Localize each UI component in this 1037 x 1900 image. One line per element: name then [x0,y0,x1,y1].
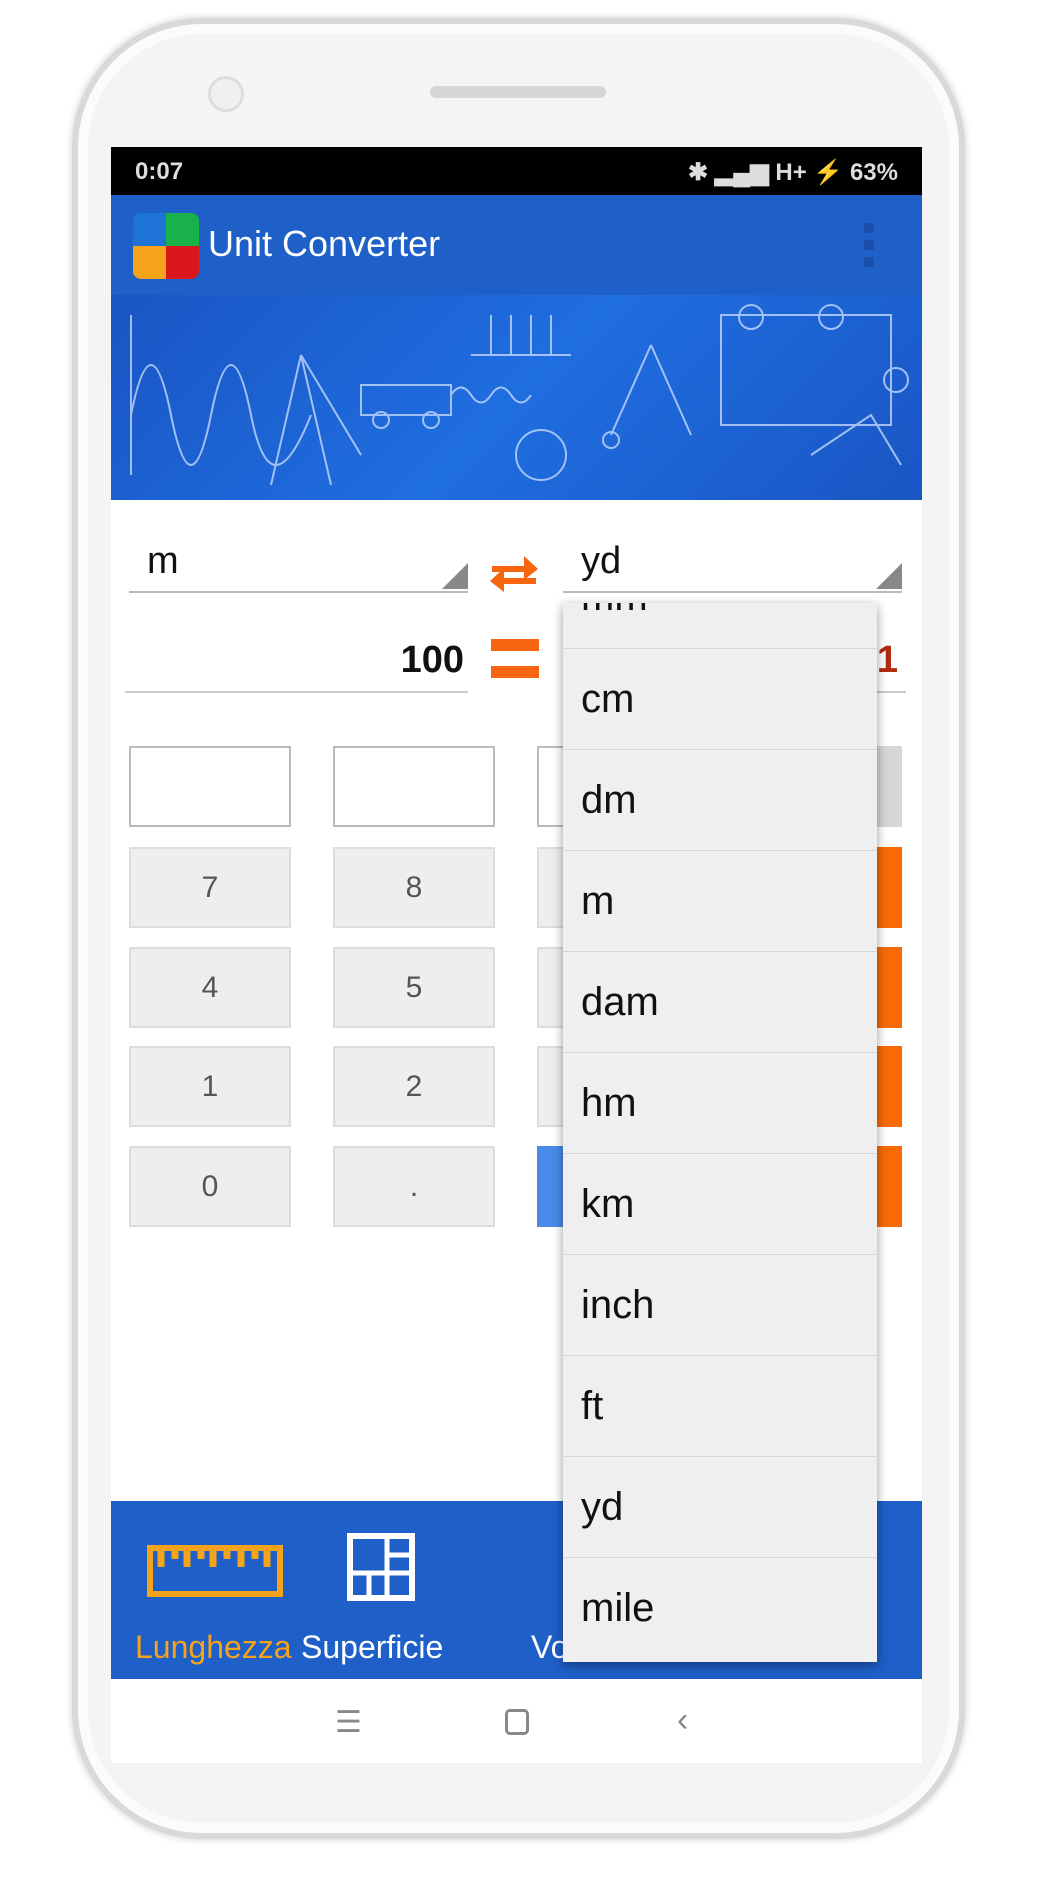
app-title: Unit Converter [208,223,441,264]
nav-label: Lunghezza [135,1629,292,1665]
key-0[interactable]: 0 [129,1146,291,1227]
dropdown-option-hm[interactable]: hm [563,1052,877,1153]
area-grid-icon [347,1533,415,1601]
dropdown-option-mm[interactable]: mm [563,603,877,648]
status-time: 0:07 [135,158,184,185]
overflow-menu-icon[interactable] [864,223,874,267]
dropdown-arrow-icon [876,563,902,589]
system-navigation-bar: ☰ ‹ [111,1679,922,1763]
physics-banner-image [111,295,922,500]
key-7[interactable]: 7 [129,847,291,928]
dropdown-arrow-icon [442,563,468,589]
to-unit-spinner[interactable]: yd [563,530,902,593]
dropdown-option-km[interactable]: km [563,1153,877,1254]
from-unit-spinner[interactable]: m [129,530,468,593]
dropdown-option-mile[interactable]: mile [563,1557,877,1658]
battery-percent: 63% [849,159,898,186]
swap-arrows-icon[interactable] [488,552,540,598]
dropdown-option-inch[interactable]: inch [563,1254,877,1355]
ruler-icon [147,1545,283,1597]
app-logo-icon [133,213,199,279]
input-value: 100 [400,639,464,681]
key-4[interactable]: 4 [129,947,291,1028]
input-value-field[interactable]: 100 [125,627,468,693]
to-unit-value: yd [581,540,622,582]
back-icon[interactable]: ‹ [677,1701,688,1740]
from-unit-value: m [147,540,179,582]
front-camera [208,76,244,112]
output-value: 1 [876,639,898,681]
key-1[interactable]: 1 [129,1046,291,1127]
dropdown-option-dm[interactable]: dm [563,749,877,850]
status-indicators: ✱ ▂▄▆ H+ ⚡ 63% [688,158,898,187]
home-icon[interactable] [505,1709,529,1735]
key-decimal[interactable]: . [333,1146,495,1227]
dropdown-option-yd[interactable]: yd [563,1456,877,1557]
dropdown-option-dam[interactable]: dam [563,951,877,1052]
dropdown-option-cm[interactable]: cm [563,648,877,749]
earpiece-speaker [430,86,606,98]
signal-icons: ✱ ▂▄▆ H+ ⚡ [688,159,844,186]
key-blank[interactable] [333,746,495,827]
unit-dropdown-list[interactable]: mm cm dm m dam hm km inch ft yd mile [563,603,877,1662]
nav-tab-lunghezza[interactable]: Lunghezza [111,1501,292,1679]
app-bar: Unit Converter [111,195,922,295]
status-bar: 0:07 ✱ ▂▄▆ H+ ⚡ 63% [111,147,922,195]
key-blank[interactable] [129,746,291,827]
screen: 0:07 ✱ ▂▄▆ H+ ⚡ 63% Unit Converter m yd … [111,147,922,1763]
nav-label: Superficie [301,1629,444,1665]
nav-tab-superficie[interactable]: Superficie [301,1501,471,1679]
equals-icon [491,639,539,678]
key-8[interactable]: 8 [333,847,495,928]
key-5[interactable]: 5 [333,947,495,1028]
dropdown-option-m[interactable]: m [563,850,877,951]
key-2[interactable]: 2 [333,1046,495,1127]
dropdown-option-ft[interactable]: ft [563,1355,877,1456]
recents-menu-icon[interactable]: ☰ [335,1705,362,1740]
